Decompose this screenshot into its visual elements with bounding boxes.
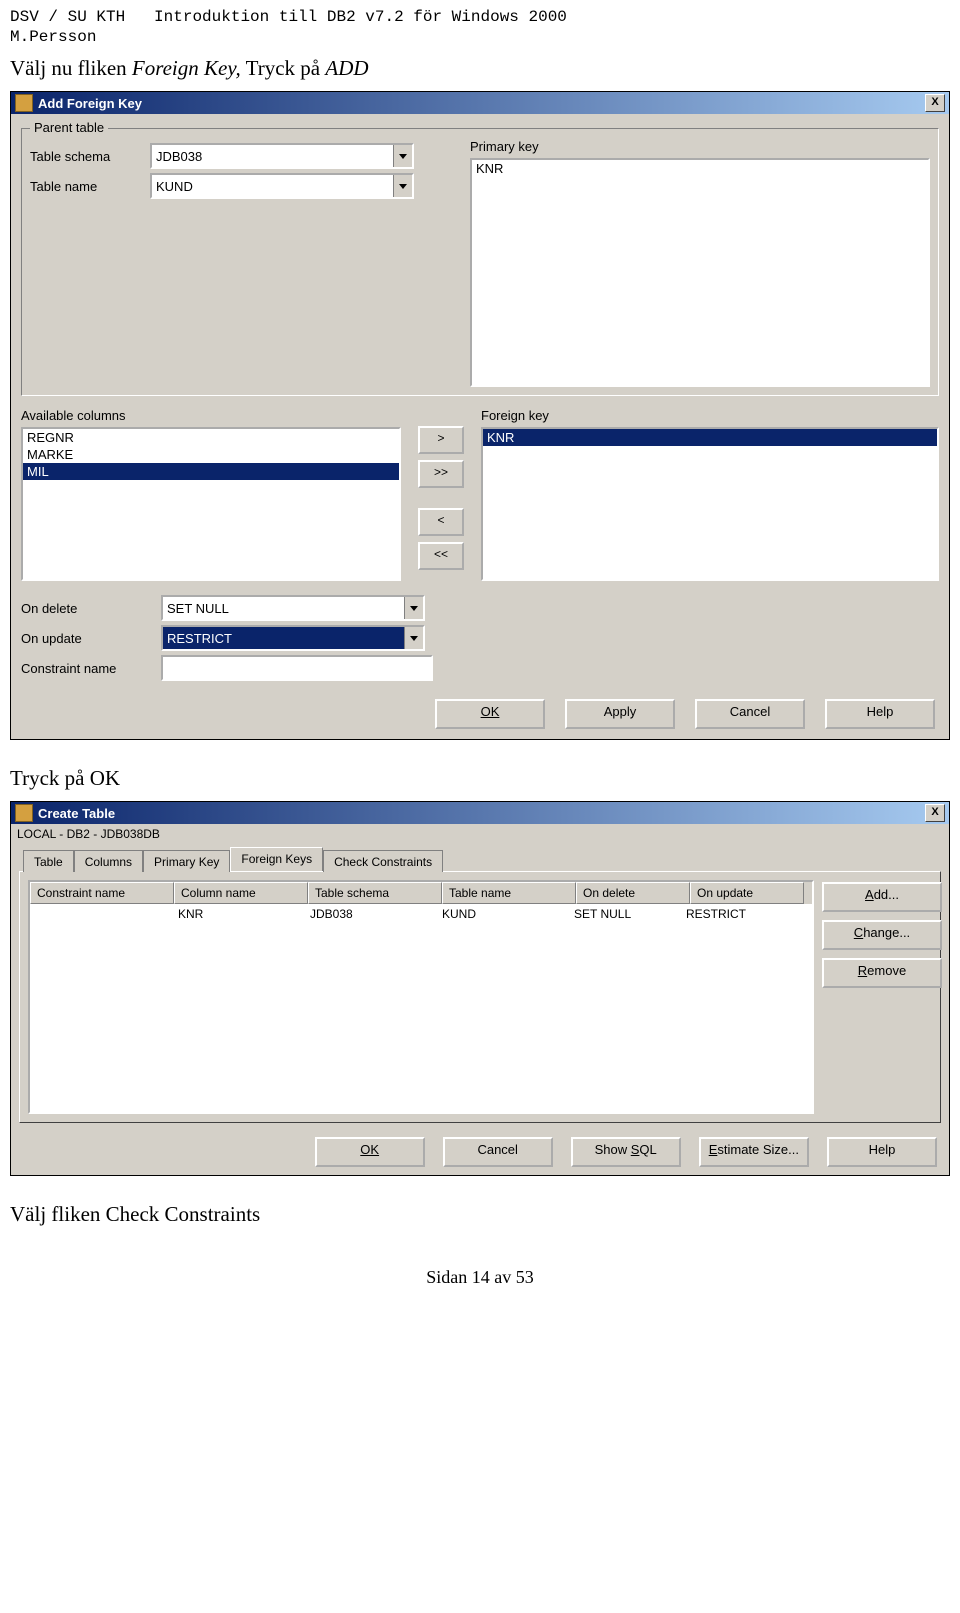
- table-row[interactable]: KNR JDB038 KUND SET NULL RESTRICT: [30, 904, 812, 924]
- on-delete-combo[interactable]: [161, 595, 425, 621]
- chevron-down-icon[interactable]: [404, 627, 423, 649]
- available-columns-list[interactable]: REGNR MARKE MIL: [21, 427, 401, 581]
- window-icon: [15, 94, 33, 112]
- breadcrumb: LOCAL - DB2 - JDB038DB: [11, 824, 949, 847]
- cell-constraint: [30, 904, 172, 924]
- window-title: Add Foreign Key: [38, 96, 925, 111]
- on-update-input[interactable]: [163, 627, 404, 649]
- cell-column-name: KNR: [172, 904, 304, 924]
- list-item[interactable]: KNR: [483, 429, 937, 446]
- tab-foreign-keys[interactable]: Foreign Keys: [230, 847, 323, 871]
- chevron-down-icon[interactable]: [393, 175, 412, 197]
- on-update-label: On update: [21, 631, 161, 646]
- tab-panel: Constraint name Column name Table schema…: [19, 871, 941, 1123]
- table-schema-input[interactable]: [152, 145, 393, 167]
- available-columns-label: Available columns: [21, 408, 401, 423]
- chevron-down-icon[interactable]: [404, 597, 423, 619]
- close-icon[interactable]: X: [925, 94, 945, 112]
- list-item[interactable]: REGNR: [23, 429, 399, 446]
- col-table-name[interactable]: Table name: [442, 882, 576, 904]
- page-header: DSV / SU KTH Introduktion till DB2 v7.2 …: [0, 0, 960, 28]
- foreign-key-list[interactable]: KNR: [481, 427, 939, 581]
- tab-columns[interactable]: Columns: [74, 850, 143, 872]
- tab-primary-key[interactable]: Primary Key: [143, 850, 230, 872]
- col-on-delete[interactable]: On delete: [576, 882, 690, 904]
- move-all-left-button[interactable]: <<: [418, 542, 464, 570]
- instruction-1: Välj nu fliken Foreign Key, Tryck på ADD: [0, 50, 960, 91]
- on-update-combo[interactable]: [161, 625, 425, 651]
- foreign-keys-table[interactable]: Constraint name Column name Table schema…: [28, 880, 814, 1114]
- col-on-update[interactable]: On update: [690, 882, 804, 904]
- apply-button[interactable]: Apply: [565, 699, 675, 729]
- help-button[interactable]: Help: [827, 1137, 937, 1167]
- chevron-down-icon[interactable]: [393, 145, 412, 167]
- constraint-name-label: Constraint name: [21, 661, 161, 676]
- remove-button[interactable]: Remove: [822, 958, 942, 988]
- ok-button[interactable]: OK: [315, 1137, 425, 1167]
- instruction-2: Tryck på OK: [0, 760, 960, 801]
- cancel-button[interactable]: Cancel: [695, 699, 805, 729]
- move-all-right-button[interactable]: >>: [418, 460, 464, 488]
- col-table-schema[interactable]: Table schema: [308, 882, 442, 904]
- primary-key-list[interactable]: KNR: [470, 158, 930, 387]
- change-button[interactable]: Change...: [822, 920, 942, 950]
- col-constraint-name[interactable]: Constraint name: [30, 882, 174, 904]
- ok-button[interactable]: OK: [435, 699, 545, 729]
- table-name-combo[interactable]: [150, 173, 414, 199]
- add-foreign-key-dialog: Add Foreign Key X Parent table Table sch…: [10, 91, 950, 740]
- list-item[interactable]: MARKE: [23, 446, 399, 463]
- on-delete-input[interactable]: [163, 597, 404, 619]
- table-schema-combo[interactable]: [150, 143, 414, 169]
- table-name-label: Table name: [30, 179, 150, 194]
- list-item[interactable]: MIL: [23, 463, 399, 480]
- constraint-name-input[interactable]: [161, 655, 433, 681]
- cell-schema: JDB038: [304, 904, 436, 924]
- window-icon: [15, 804, 33, 822]
- group-legend: Parent table: [30, 120, 108, 135]
- table-name-input[interactable]: [152, 175, 393, 197]
- cancel-button[interactable]: Cancel: [443, 1137, 553, 1167]
- on-delete-label: On delete: [21, 601, 161, 616]
- page-footer: Sidan 14 av 53: [0, 1237, 960, 1308]
- col-column-name[interactable]: Column name: [174, 882, 308, 904]
- cell-on-update: RESTRICT: [680, 904, 792, 924]
- move-left-button[interactable]: <: [418, 508, 464, 536]
- table-schema-label: Table schema: [30, 149, 150, 164]
- primary-key-label: Primary key: [470, 139, 930, 154]
- window-title: Create Table: [38, 806, 925, 821]
- instruction-3: Välj fliken Check Constraints: [0, 1196, 960, 1237]
- show-sql-button[interactable]: Show SQL: [571, 1137, 681, 1167]
- parent-table-group: Parent table Table schema Table name: [21, 128, 939, 396]
- create-table-dialog: Create Table X LOCAL - DB2 - JDB038DB Ta…: [10, 801, 950, 1176]
- add-button[interactable]: Add...: [822, 882, 942, 912]
- cell-table-name: KUND: [436, 904, 568, 924]
- tab-table[interactable]: Table: [23, 850, 74, 872]
- cell-on-delete: SET NULL: [568, 904, 680, 924]
- close-icon[interactable]: X: [925, 804, 945, 822]
- move-right-button[interactable]: >: [418, 426, 464, 454]
- tab-strip: Table Columns Primary Key Foreign Keys C…: [23, 847, 941, 871]
- tab-check-constraints[interactable]: Check Constraints: [323, 850, 443, 872]
- list-item[interactable]: KNR: [472, 160, 928, 177]
- foreign-key-label: Foreign key: [481, 408, 939, 423]
- estimate-size-button[interactable]: Estimate Size...: [699, 1137, 809, 1167]
- page-author: M.Persson: [0, 28, 960, 50]
- help-button[interactable]: Help: [825, 699, 935, 729]
